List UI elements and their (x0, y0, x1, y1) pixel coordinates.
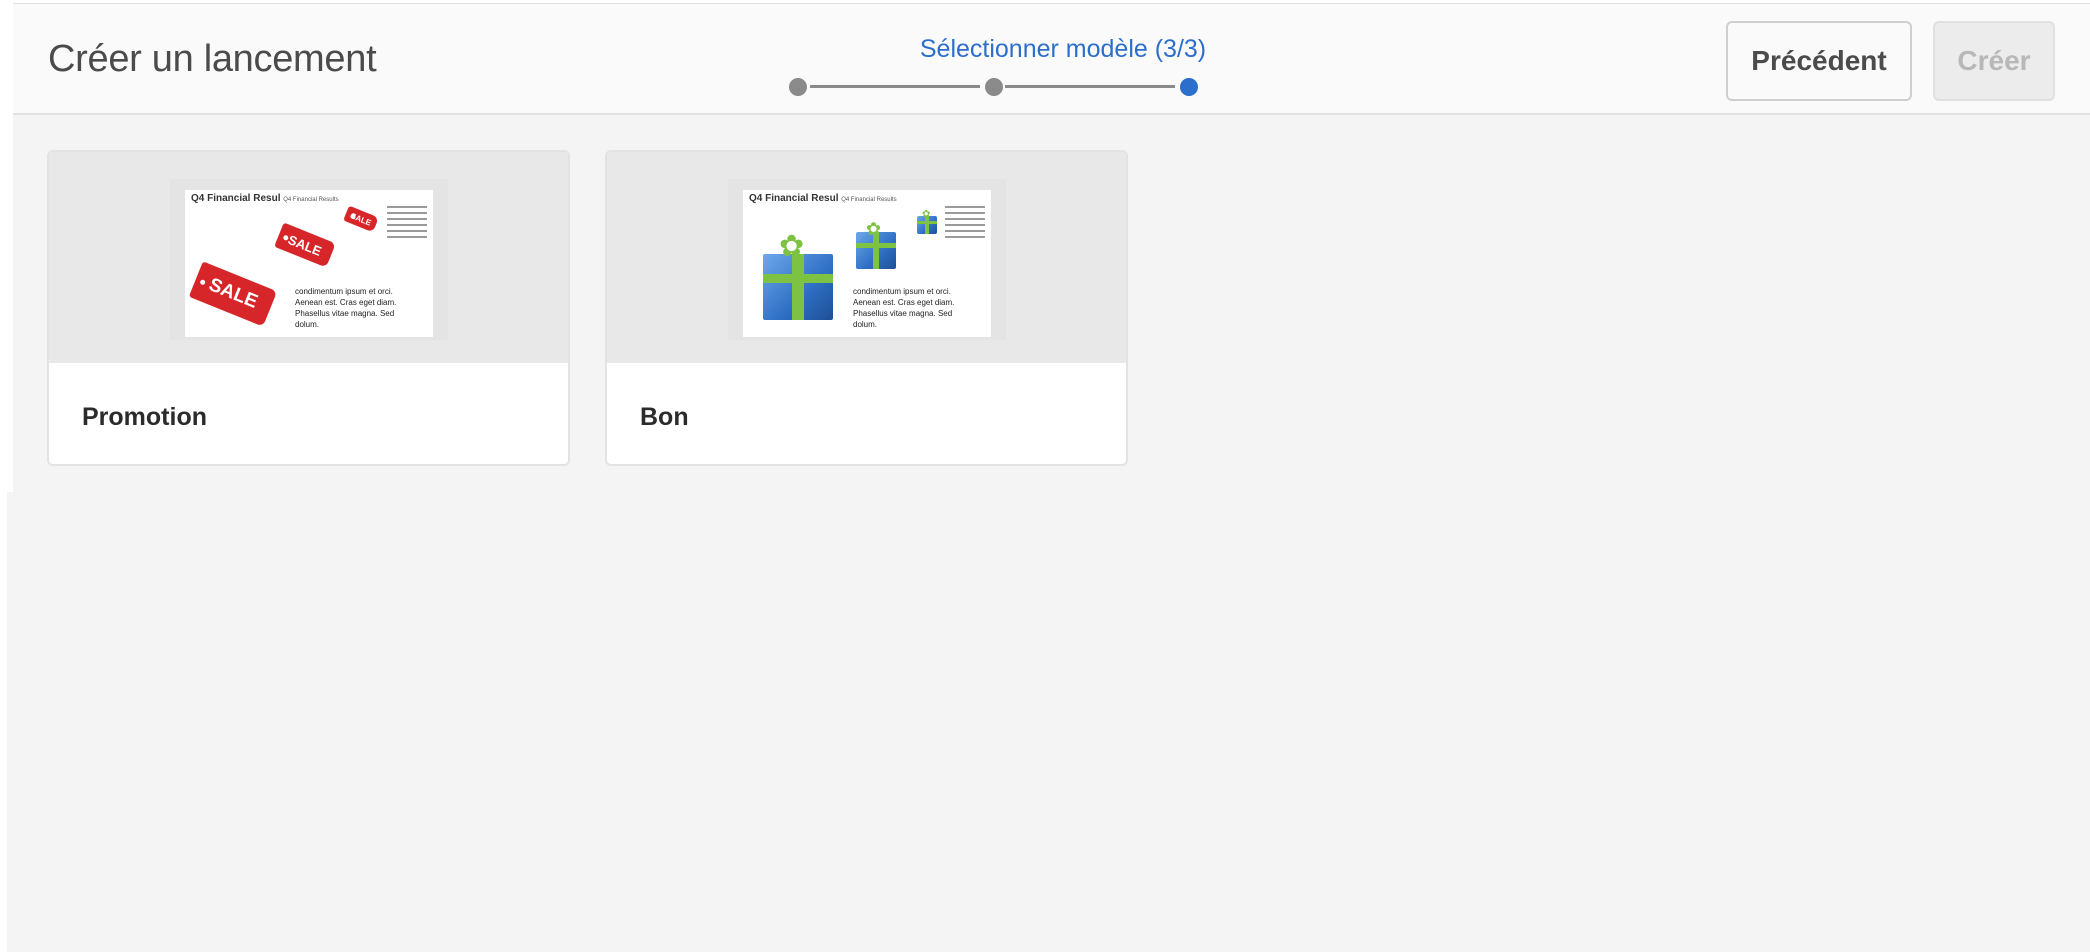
template-thumbnail: Q4 Financial Resul Q4 Financial Results … (607, 152, 1126, 363)
thumbnail-text-lines (387, 206, 427, 242)
thumbnail-page: Q4 Financial Resul Q4 Financial Results … (743, 190, 991, 337)
wizard-connector-1 (810, 85, 980, 88)
wizard-connector-2 (1005, 85, 1175, 88)
wizard-step-2-dot[interactable] (985, 78, 1003, 96)
gift-bow-icon: ✿ (866, 219, 882, 239)
wizard-step-1-dot[interactable] (789, 78, 807, 96)
app-frame: Créer un lancement Sélectionner modèle (… (0, 0, 2090, 952)
template-card-label: Promotion (82, 403, 207, 431)
thumbnail-body-text: condimentum ipsum et orci. Aenean est. C… (853, 287, 955, 329)
left-gutter (0, 0, 13, 492)
left-gutter-lower (0, 492, 7, 952)
wizard-header: Créer un lancement Sélectionner modèle (… (13, 3, 2090, 115)
thumbnail-heading: Q4 Financial Resul Q4 Financial Results (191, 193, 339, 204)
wizard-progress: Sélectionner modèle (3/3) (783, 30, 1343, 100)
wizard-step-label: Sélectionner modèle (3/3) (919, 35, 1207, 63)
page-title: Créer un lancement (48, 38, 377, 80)
thumbnail-page: Q4 Financial Resul Q4 Financial Results … (185, 190, 433, 337)
template-card-label: Bon (640, 403, 689, 431)
thumbnail-mat: Q4 Financial Resul Q4 Financial Results … (170, 179, 448, 340)
sale-tag-icon: SALE (188, 261, 278, 327)
wizard-step-3-dot (1180, 78, 1198, 96)
gift-box-icon (763, 254, 833, 320)
template-card-bon[interactable]: Q4 Financial Resul Q4 Financial Results … (605, 150, 1128, 466)
thumbnail-mat: Q4 Financial Resul Q4 Financial Results … (728, 179, 1006, 340)
thumbnail-text-lines (945, 206, 985, 242)
create-button[interactable]: Créer (1933, 21, 2055, 101)
previous-button[interactable]: Précédent (1726, 21, 1912, 101)
sale-tag-icon: SALE (343, 205, 379, 233)
sale-tag-icon: SALE (274, 222, 336, 268)
gift-bow-icon: ✿ (779, 230, 805, 263)
gift-bow-icon: ✿ (922, 209, 931, 220)
template-thumbnail: Q4 Financial Resul Q4 Financial Results … (49, 152, 568, 363)
thumbnail-heading: Q4 Financial Resul Q4 Financial Results (749, 193, 897, 204)
template-card-promotion[interactable]: Q4 Financial Resul Q4 Financial Results … (47, 150, 570, 466)
thumbnail-body-text: condimentum ipsum et orci. Aenean est. C… (295, 287, 397, 329)
